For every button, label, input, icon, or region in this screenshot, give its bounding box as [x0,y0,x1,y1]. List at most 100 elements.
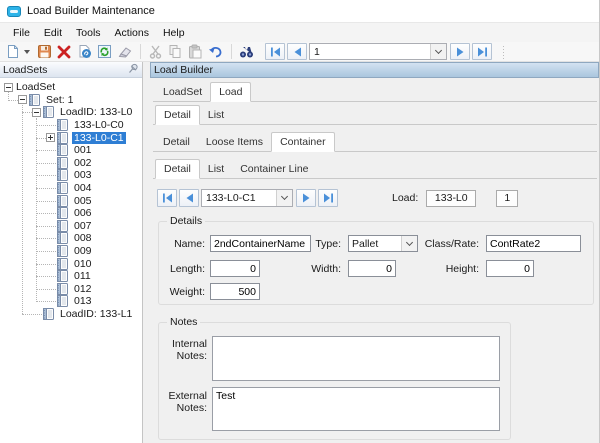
tab-detail[interactable]: Detail [155,105,200,125]
load-builder-panel-title: Load Builder [154,64,213,76]
save-icon[interactable] [35,43,53,61]
undo-icon[interactable] [206,43,224,61]
notebook-icon [56,257,69,270]
chevron-down-icon[interactable] [276,190,292,206]
chevron-down-icon[interactable] [430,44,446,59]
container-combo-value: 133-L0-C1 [206,192,256,204]
tree-item-label: 012 [74,282,92,295]
tabstrip-level1: LoadSet Load [153,82,597,102]
first-record-button[interactable] [265,43,285,60]
internal-notes-textarea[interactable] [212,336,500,381]
cut-icon[interactable] [146,43,164,61]
tab-loadset[interactable]: LoadSet [155,84,210,101]
tree-item-label: 010 [74,257,92,270]
expand-icon[interactable] [46,133,55,143]
collapse-icon[interactable] [18,95,27,105]
next-record-button[interactable] [450,43,470,60]
toolbar-grip[interactable] [502,44,505,59]
tab-list[interactable]: List [200,107,232,124]
last-record-button[interactable] [472,43,492,60]
loadsets-panel-header: LoadSets [0,62,142,78]
load-sequence-field: 1 [496,189,519,207]
notebook-icon [42,106,55,119]
loadsets-panel: LoadSets LoadSet Set: 1 LoadID: 133-L0 133-… [0,62,143,443]
tree-item-label: 011 [74,270,91,283]
tab-detail-2[interactable]: Detail [155,134,198,151]
new-document-icon[interactable] [4,43,22,61]
refresh-icon[interactable] [95,43,113,61]
notebook-icon [56,219,69,232]
tab-container-detail[interactable]: Detail [155,159,200,179]
load-builder-panel-header: Load Builder [150,62,599,78]
height-input[interactable] [486,260,534,277]
previous-record-button[interactable] [287,43,307,60]
tree-item-loadset[interactable]: LoadSet [0,81,142,94]
notes-groupbox-title: Notes [167,316,201,328]
paste-icon[interactable] [186,43,204,61]
tab-load[interactable]: Load [210,82,252,102]
window-app-icon [7,5,21,17]
toolbar-separator [140,44,141,59]
tree-item-label: 003 [74,169,92,182]
tree-item-set-1[interactable]: Set: 1 [0,93,142,107]
delete-icon[interactable] [55,43,73,61]
main-area: LoadSets LoadSet Set: 1 LoadID: 133-L0 133-… [0,62,599,443]
last-record-button[interactable] [318,189,338,207]
menu-edit[interactable]: Edit [37,25,69,41]
container-combo[interactable]: 133-L0-C1 [201,189,293,207]
erase-icon[interactable] [115,43,133,61]
notebook-icon [56,156,69,169]
external-notes-textarea[interactable]: Test [212,387,500,431]
height-label: Height: [445,263,479,275]
tab-loose-items[interactable]: Loose Items [198,134,271,151]
window-title: Load Builder Maintenance [27,5,155,17]
class-rate-input[interactable] [486,235,581,252]
menubar: File Edit Tools Actions Help [0,22,599,42]
name-label: Name: [174,238,205,250]
notebook-icon [56,295,69,308]
tree-item-label: 001 [74,144,92,157]
notebook-icon [56,207,69,220]
collapse-icon[interactable] [4,82,13,92]
tree-item-label: 004 [74,182,92,195]
tree-item-label: LoadID: 133-L1 [60,307,133,320]
record-number-value: 1 [314,45,320,58]
notebook-icon [56,282,69,295]
loadsets-panel-title: LoadSets [3,63,48,76]
notebook-icon [42,307,55,320]
menu-tools[interactable]: Tools [69,25,108,41]
menu-file[interactable]: File [6,25,37,41]
tab-container-list[interactable]: List [200,161,232,178]
collapse-icon[interactable] [32,107,41,117]
tree-item-label: 009 [74,245,92,258]
pushpin-icon[interactable] [128,63,139,77]
load-id-field: 133-L0 [426,189,477,207]
new-dropdown-caret-icon[interactable] [24,49,30,54]
find-icon[interactable] [237,43,255,61]
length-input[interactable] [210,260,260,277]
first-record-button[interactable] [157,189,177,207]
titlebar: Load Builder Maintenance [0,0,599,22]
next-record-button[interactable] [296,189,316,207]
notebook-icon [56,169,69,182]
container-record-navigator: 133-L0-C1 Load: 133-L0 1 [157,189,599,207]
tab-container[interactable]: Container [271,132,335,152]
previous-record-button[interactable] [179,189,199,207]
tree-item-label: 133-L0-C0 [74,119,124,132]
panel-splitter[interactable] [143,62,150,443]
attach-icon[interactable] [75,43,93,61]
app-window: Load Builder Maintenance File Edit Tools… [0,0,600,443]
record-number-combo[interactable]: 1 [309,43,447,60]
notebook-icon [56,119,69,132]
load-builder-panel: Load Builder LoadSet Load Detail List De… [150,62,599,443]
loadsets-tree: LoadSet Set: 1 LoadID: 133-L0 133-L0-C0 133-… [0,78,142,443]
copy-icon[interactable] [166,43,184,61]
details-groupbox-title: Details [167,215,206,227]
menu-help[interactable]: Help [156,25,192,41]
tree-item-label: 006 [74,207,92,220]
weight-input[interactable] [210,283,260,300]
tabstrip-level3: Detail Loose Items Container [153,132,597,152]
tab-container-line[interactable]: Container Line [232,161,316,178]
menu-actions[interactable]: Actions [108,25,156,41]
tabstrip-level2: Detail List [153,105,597,125]
